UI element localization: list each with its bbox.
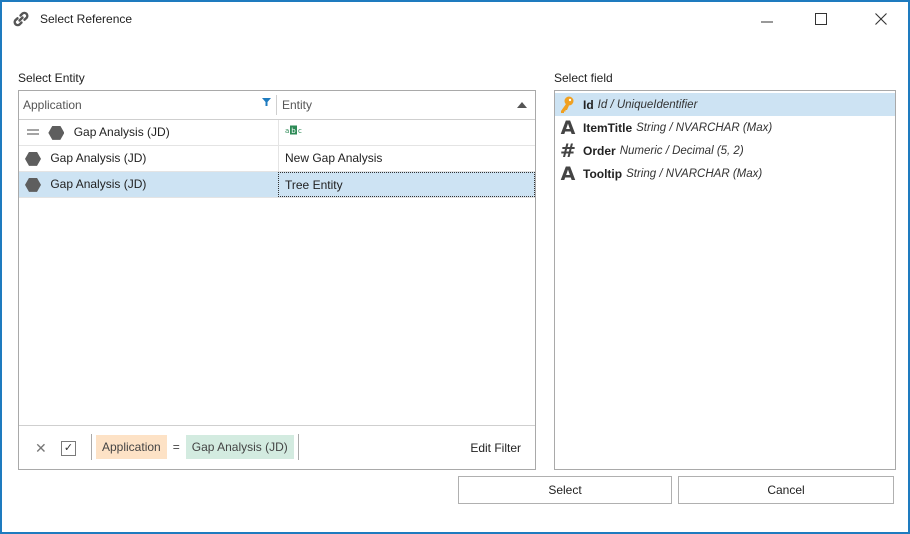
column-header-application[interactable]: Application: [19, 91, 277, 119]
minimize-icon: [761, 13, 773, 28]
column-label-entity: Entity: [282, 98, 313, 112]
minimize-button[interactable]: [744, 6, 790, 34]
filter-value: Gap Analysis (JD): [185, 435, 294, 459]
entity-grid: Application Entity Gap Analysis (JD) a b…: [18, 90, 536, 470]
field-type: String / NVARCHAR (Max): [626, 167, 763, 180]
application-name: Gap Analysis (JD): [73, 125, 170, 139]
field-name: ItemTitle: [583, 120, 633, 135]
abc-text-icon: a b c: [285, 119, 303, 144]
title-bar: Select Reference: [2, 2, 908, 36]
filter-expression[interactable]: Application = Gap Analysis (JD): [91, 434, 299, 460]
filter-panel: ✕ ✓ Application = Gap Analysis (JD) Edit…: [19, 425, 535, 469]
select-field-label: Select field: [554, 71, 613, 85]
table-row[interactable]: Gap Analysis (JD) Tree Entity: [19, 172, 535, 198]
filter-operator: =: [172, 440, 180, 454]
entity-cell: Tree Entity: [278, 172, 535, 197]
application-name: Gap Analysis (JD): [50, 177, 147, 191]
table-row[interactable]: Gap Analysis (JD) a b c: [19, 120, 535, 146]
application-cell: Gap Analysis (JD): [19, 146, 277, 171]
grid-header: Application Entity: [19, 91, 535, 120]
cancel-button[interactable]: Cancel: [678, 476, 894, 504]
column-label-application: Application: [23, 98, 82, 112]
svg-text:b: b: [291, 127, 296, 135]
application-name: Gap Analysis (JD): [50, 151, 147, 165]
field-name: Tooltip: [583, 166, 623, 181]
text-a-icon: A: [560, 116, 576, 139]
svg-text:a: a: [285, 127, 289, 135]
window-title: Select Reference: [40, 12, 133, 26]
field-list: Id Id / UniqueIdentifier A ItemTitle Str…: [554, 90, 896, 470]
field-name: Id: [583, 97, 594, 112]
application-icon: [25, 177, 41, 192]
select-entity-label: Select Entity: [18, 71, 85, 85]
application-cell: Gap Analysis (JD): [19, 172, 277, 197]
svg-text:c: c: [298, 127, 302, 135]
maximize-button[interactable]: [798, 6, 844, 34]
link-icon: [12, 10, 30, 28]
text-a-icon: A: [560, 162, 576, 185]
group-indicator-icon: [27, 120, 39, 145]
entity-cell: a b c: [278, 120, 535, 145]
field-name: Order: [583, 143, 616, 158]
edit-filter-link[interactable]: Edit Filter: [470, 441, 521, 455]
field-type: Id / UniqueIdentifier: [597, 98, 698, 111]
filter-enabled-checkbox[interactable]: ✓: [61, 441, 76, 456]
clear-filter-icon[interactable]: ✕: [35, 440, 47, 457]
list-item[interactable]: A Tooltip String / NVARCHAR (Max): [555, 162, 895, 185]
application-icon: [25, 151, 41, 166]
hash-icon: #: [560, 139, 576, 162]
filter-field: Application: [96, 435, 167, 459]
list-item[interactable]: A ItemTitle String / NVARCHAR (Max): [555, 116, 895, 139]
column-header-entity[interactable]: Entity: [278, 91, 535, 119]
maximize-icon: [815, 12, 827, 28]
application-icon: [48, 125, 65, 140]
list-item[interactable]: # Order Numeric / Decimal (5, 2): [555, 139, 895, 162]
header-divider: [276, 95, 277, 115]
select-reference-dialog: Select Reference Select Entity Applicati…: [0, 0, 910, 534]
filter-icon[interactable]: [262, 89, 271, 117]
sort-ascending-icon: [517, 91, 527, 119]
select-button[interactable]: Select: [458, 476, 672, 504]
field-type: Numeric / Decimal (5, 2): [619, 144, 744, 157]
entity-cell: New Gap Analysis: [278, 146, 535, 171]
list-item[interactable]: Id Id / UniqueIdentifier: [555, 93, 895, 116]
key-icon: [559, 95, 577, 115]
application-cell: Gap Analysis (JD): [19, 120, 277, 145]
field-type: String / NVARCHAR (Max): [636, 121, 773, 134]
close-button[interactable]: [858, 6, 904, 34]
close-icon: [875, 12, 887, 28]
table-row[interactable]: Gap Analysis (JD) New Gap Analysis: [19, 146, 535, 172]
